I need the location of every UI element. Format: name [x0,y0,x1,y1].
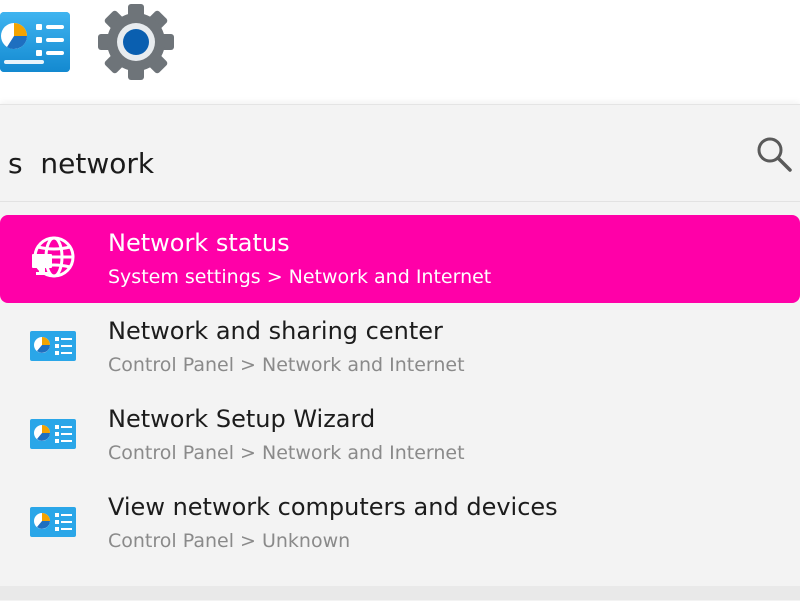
search-input[interactable] [8,135,708,191]
search-panel: Network status System settings > Network… [0,104,800,601]
result-subtitle: Control Panel > Unknown [108,530,351,552]
result-title: Network status [108,229,290,257]
globe-monitor-icon [32,236,75,278]
result-view-network-computers[interactable]: View network computers and devices Contr… [0,479,800,567]
result-network-sharing-center[interactable]: Network and sharing center Control Panel… [0,303,800,391]
result-subtitle: Control Panel > Network and Internet [108,442,465,464]
result-title: View network computers and devices [108,493,558,521]
control-panel-icon [30,331,76,361]
result-network-setup-wizard[interactable]: Network Setup Wizard Control Panel > Net… [0,391,800,479]
result-network-status[interactable]: Network status System settings > Network… [0,215,800,303]
taskbar-strip [0,0,800,104]
result-title: Network Setup Wizard [108,405,376,433]
control-panel-icon [30,419,76,449]
gear-icon[interactable] [96,2,176,82]
control-panel-icon[interactable] [0,10,72,74]
result-subtitle: Control Panel > Network and Internet [108,354,465,376]
divider [0,201,800,202]
result-subtitle: System settings > Network and Internet [108,266,492,288]
panel-bottom-edge [0,586,800,600]
control-panel-icon [30,507,76,537]
result-title: Network and sharing center [108,317,443,345]
search-icon[interactable] [754,134,794,174]
search-bar [0,105,800,201]
